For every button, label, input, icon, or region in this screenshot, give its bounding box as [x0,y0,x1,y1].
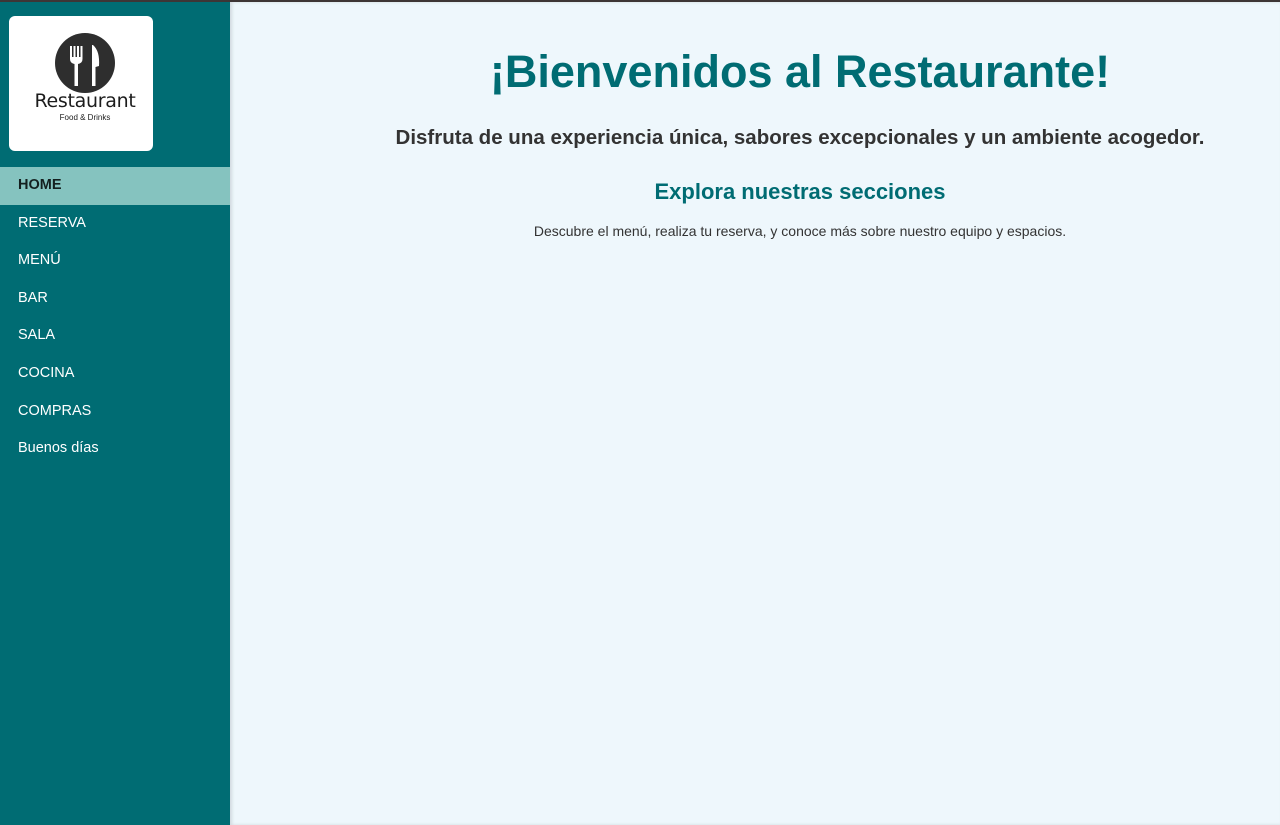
logo-tagline: Food & Drinks [59,113,111,122]
sidebar: Restaurant Food & Drinks HOME RESERVA ME… [0,2,230,825]
sidebar-item-cocina[interactable]: COCINA [0,355,230,393]
main-content: ¡Bienvenidos al Restaurante! Disfruta de… [230,2,1280,825]
page-subtitle: Disfruta de una experiencia única, sabor… [395,126,1205,149]
sections-description: Descubre el menú, realiza tu reserva, y … [533,223,1067,239]
sidebar-item-sala[interactable]: SALA [0,317,230,355]
logo[interactable]: Restaurant Food & Drinks [9,16,153,151]
sidebar-item-bar[interactable]: BAR [0,280,230,318]
sidebar-item-home[interactable]: HOME [0,167,230,205]
sidebar-nav: HOME RESERVA MENÚ BAR SALA COCINA COMPRA… [0,167,230,468]
sidebar-item-compras[interactable]: COMPRAS [0,393,230,431]
logo-name: Restaurant [34,90,136,112]
sidebar-item-menu[interactable]: MENÚ [0,242,230,280]
sidebar-item-greeting[interactable]: Buenos días [0,430,230,468]
page-title: ¡Bienvenidos al Restaurante! [489,46,1111,97]
sidebar-item-reserva[interactable]: RESERVA [0,205,230,243]
fork-knife-icon [55,33,115,93]
sections-heading: Explora nuestras secciones [654,179,946,204]
